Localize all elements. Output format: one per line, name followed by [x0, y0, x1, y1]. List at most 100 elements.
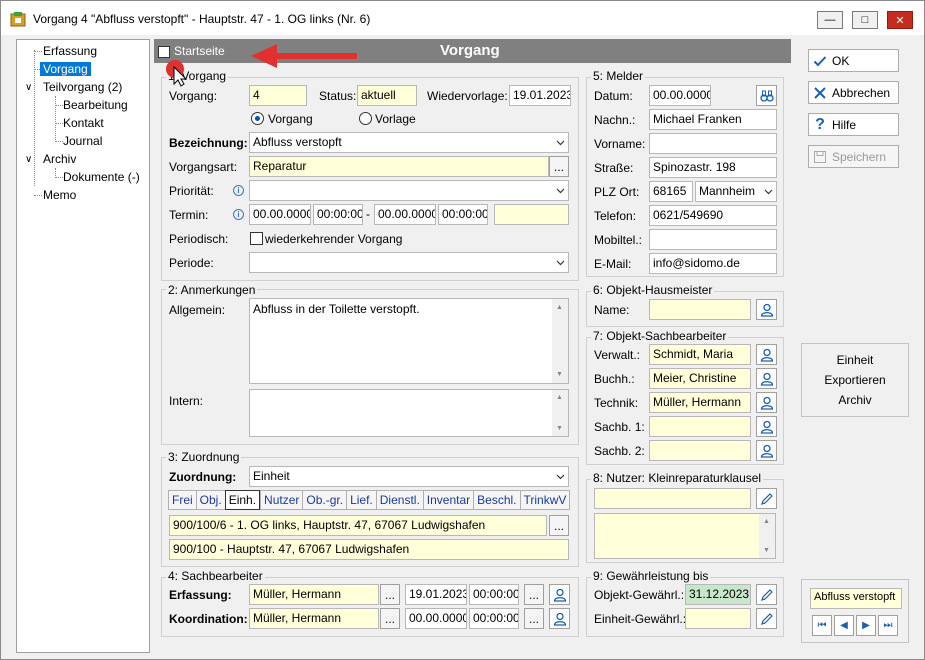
melder-lookup-button[interactable] — [756, 85, 777, 106]
melder-vorname-field[interactable] — [649, 133, 777, 154]
prev-record-button[interactable]: ◀ — [834, 615, 854, 636]
tree-item-bearbeitung[interactable]: Bearbeitung — [63, 98, 128, 112]
radio-vorgang[interactable] — [251, 112, 264, 125]
periodisch-checkbox[interactable] — [250, 232, 263, 245]
zuordnung-einheit-field[interactable]: 900/100/6 - 1. OG links, Hauptstr. 47, 6… — [169, 515, 547, 536]
sachb2-field[interactable] — [649, 440, 751, 461]
collapse-toggle-icon[interactable]: ∨ — [25, 154, 32, 165]
sachb1-field[interactable] — [649, 416, 751, 437]
scroll-up-icon[interactable]: ▲ — [763, 518, 770, 525]
zuordnung-objekt-field[interactable]: 900/100 - Hauptstr. 47, 67067 Ludwigshaf… — [169, 539, 569, 560]
tab-lief[interactable]: Lief. — [346, 490, 376, 510]
tree-item-archiv[interactable]: Archiv — [43, 152, 76, 166]
tree-item-teilvorgang[interactable]: Teilvorgang (2) — [43, 80, 122, 94]
wiedervorlage-field[interactable]: 19.01.2023 — [509, 85, 571, 106]
melder-email-field[interactable]: info@sidomo.de — [649, 253, 777, 274]
zuordnung-combo[interactable]: Einheit — [249, 466, 569, 487]
melder-telefon-field[interactable]: 0621/549690 — [649, 205, 777, 226]
tree-item-erfassung[interactable]: Erfassung — [43, 44, 97, 58]
tab-einh[interactable]: Einh. — [224, 490, 261, 510]
hilfe-button[interactable]: ? Hilfe — [808, 113, 899, 136]
first-record-button[interactable]: ⏮ — [812, 615, 832, 636]
scroll-down-icon[interactable]: ▼ — [556, 425, 563, 432]
tab-trinkwv[interactable]: TrinkwV — [519, 490, 571, 510]
tab-beschl[interactable]: Beschl. — [473, 490, 520, 510]
melder-mobil-field[interactable] — [649, 229, 777, 250]
erfassung-time-field[interactable]: 00:00:00 — [469, 584, 519, 605]
tab-nutzer[interactable]: Nutzer — [260, 490, 303, 510]
tree-item-kontakt[interactable]: Kontakt — [63, 116, 104, 130]
technik-person-button[interactable] — [756, 392, 777, 413]
scrollbar[interactable]: ▲ ▼ — [552, 299, 568, 383]
tab-dienstl[interactable]: Dienstl. — [375, 490, 423, 510]
tree-item-vorgang[interactable]: Vorgang — [40, 62, 91, 76]
tree-item-dokumente[interactable]: Dokumente (-) — [63, 170, 140, 184]
objekt-gewaehrl-field[interactable]: 31.12.2023 — [685, 584, 751, 605]
status-field[interactable]: aktuell — [357, 85, 417, 106]
tab-frei[interactable]: Frei — [168, 490, 196, 510]
erfassung-person-button[interactable] — [549, 584, 570, 605]
erfassung-name-field[interactable]: Müller, Hermann — [249, 584, 379, 605]
tree-item-memo[interactable]: Memo — [43, 188, 76, 202]
radio-vorlage[interactable] — [359, 112, 372, 125]
koordination-time-field[interactable]: 00:00:00 — [469, 608, 519, 629]
close-button[interactable]: ✕ — [887, 11, 913, 29]
intern-textarea[interactable]: ▲ ▼ — [249, 389, 569, 437]
sachb1-person-button[interactable] — [756, 416, 777, 437]
info-icon[interactable]: i — [233, 185, 244, 196]
nutzer-textarea[interactable]: ▲ ▼ — [594, 513, 776, 559]
periode-combo[interactable] — [249, 252, 569, 273]
einheit-gewaehrl-field[interactable] — [685, 608, 751, 629]
objekt-gewaehrl-edit-button[interactable] — [756, 584, 777, 605]
koordination-picker-button[interactable]: ... — [380, 608, 400, 629]
melder-nachname-field[interactable]: Michael Franken — [649, 109, 777, 130]
maximize-button[interactable]: □ — [852, 11, 878, 29]
sachb2-person-button[interactable] — [756, 440, 777, 461]
erfassung-datetime-picker-button[interactable]: ... — [524, 584, 544, 605]
koordination-date-field[interactable]: 00.00.0000 — [405, 608, 467, 629]
allgemein-textarea[interactable]: Abfluss in der Toilette verstopft. ▲ ▼ — [249, 298, 569, 384]
bezeichnung-combo[interactable]: Abfluss verstopft — [249, 132, 569, 153]
melder-datum-field[interactable]: 00.00.0000 — [649, 85, 711, 106]
tab-ob-gr[interactable]: Ob.-gr. — [302, 490, 347, 510]
buchh-field[interactable]: Meier, Christine — [649, 368, 751, 389]
koordination-datetime-picker-button[interactable]: ... — [524, 608, 544, 629]
melder-strasse-field[interactable]: Spinozastr. 198 — [649, 157, 777, 178]
termin-end-time[interactable]: 00:00:00 — [438, 204, 488, 225]
speichern-button[interactable]: Speichern — [808, 145, 899, 168]
technik-field[interactable]: Müller, Hermann — [649, 392, 751, 413]
verwalt-field[interactable]: Schmidt, Maria — [649, 344, 751, 365]
scroll-down-icon[interactable]: ▼ — [556, 371, 563, 378]
termin-start-time[interactable]: 00:00:00 — [313, 204, 363, 225]
vorgangsart-field[interactable]: Reparatur — [249, 156, 549, 177]
vorgang-number-field[interactable]: 4 — [249, 85, 307, 106]
scroll-up-icon[interactable]: ▲ — [556, 304, 563, 311]
next-record-button[interactable]: ▶ — [856, 615, 876, 636]
hausmeister-name-field[interactable] — [649, 299, 751, 320]
termin-end-date[interactable]: 00.00.0000 — [374, 204, 436, 225]
scroll-down-icon[interactable]: ▼ — [763, 547, 770, 554]
vorgangsart-picker-button[interactable]: ... — [549, 156, 569, 177]
tab-obj[interactable]: Obj. — [195, 490, 225, 510]
abbrechen-button[interactable]: Abbrechen — [808, 81, 899, 104]
termin-start-date[interactable]: 00.00.0000 — [249, 204, 311, 225]
collapse-toggle-icon[interactable]: ∨ — [25, 82, 32, 93]
ok-button[interactable]: OK — [808, 49, 899, 72]
einheit-gewaehrl-edit-button[interactable] — [756, 608, 777, 629]
koordination-name-field[interactable]: Müller, Hermann — [249, 608, 379, 629]
scroll-up-icon[interactable]: ▲ — [556, 394, 563, 401]
koordination-person-button[interactable] — [549, 608, 570, 629]
nutzer-edit-button[interactable] — [756, 488, 777, 509]
minimize-button[interactable]: — — [817, 11, 843, 29]
startseite-checkbox[interactable] — [158, 46, 170, 58]
scrollbar[interactable]: ▲ ▼ — [759, 514, 775, 558]
tree-item-journal[interactable]: Journal — [63, 134, 102, 148]
buchh-person-button[interactable] — [756, 368, 777, 389]
tab-inventar[interactable]: Inventar — [422, 490, 474, 510]
melder-plz-field[interactable]: 68165 — [649, 181, 693, 202]
melder-ort-combo[interactable]: Mannheim — [695, 181, 777, 202]
termin-extra-field[interactable] — [494, 204, 569, 225]
verwalt-person-button[interactable] — [756, 344, 777, 365]
prioritaet-combo[interactable] — [249, 180, 569, 201]
last-record-button[interactable]: ⏭ — [878, 615, 898, 636]
